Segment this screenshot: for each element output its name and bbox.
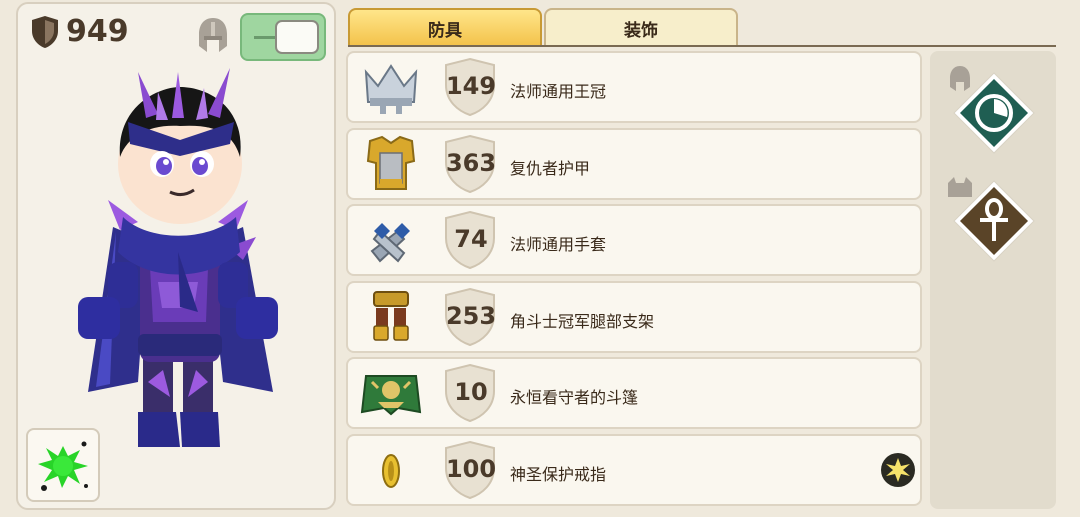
list-item[interactable]: 100 神圣保护戒指 (346, 433, 922, 506)
sun-enchant-icon[interactable] (880, 452, 916, 488)
list-item[interactable]: 253 角斗士冠军腿部支架 (346, 280, 922, 353)
tab-divider (348, 45, 1056, 47)
item-armor-value: 149 (445, 72, 497, 100)
item-armor-value: 74 (454, 225, 488, 253)
list-item[interactable]: 10 永恒看守者的斗篷 (346, 357, 922, 429)
ability-panel (930, 51, 1056, 509)
item-armor-value: 100 (445, 454, 497, 483)
shield-icon (32, 15, 58, 48)
clock-ability-button[interactable] (952, 71, 1036, 155)
item-armor-value: 10 (454, 378, 488, 406)
item-name: 复仇者护甲 (510, 158, 591, 178)
equipment-list: 149 法师通用王冠 363 复仇者护甲 74 法师通用手套 253 角斗士冠军… (346, 51, 922, 510)
ankh-ability-button[interactable] (952, 179, 1036, 263)
list-item[interactable]: 74 法师通用手套 (346, 204, 922, 276)
list-item[interactable]: 363 复仇者护甲 (346, 127, 922, 200)
item-armor-value: 363 (445, 148, 497, 177)
character-panel: 949 (16, 2, 336, 510)
item-armor-value: 253 (445, 301, 497, 330)
crown-icon (364, 64, 418, 114)
armor-total: 949 (30, 14, 129, 49)
helmet-icon[interactable] (196, 16, 230, 54)
item-name: 神圣保护戒指 (510, 464, 607, 484)
tab-cosmetic[interactable]: 装饰 (544, 8, 738, 46)
chestplate-icon (366, 135, 416, 190)
item-name: 角斗士冠军腿部支架 (510, 311, 655, 331)
gloves-icon (370, 223, 410, 263)
item-name: 永恒看守者的斗篷 (510, 388, 639, 407)
item-name: 法师通用手套 (510, 235, 607, 254)
tab-armor[interactable]: 防具 (348, 8, 542, 46)
armor-total-value: 949 (66, 14, 129, 49)
item-name: 法师通用王冠 (510, 82, 607, 101)
paint-splat-icon (38, 441, 88, 491)
leg-braces-icon (373, 290, 409, 341)
ring-icon (382, 453, 400, 488)
cloak-icon (360, 375, 422, 416)
toggle-knob[interactable] (275, 20, 319, 54)
character-avatar (78, 68, 278, 447)
dye-button[interactable] (26, 428, 100, 502)
list-item[interactable]: 149 法师通用王冠 (346, 51, 922, 123)
